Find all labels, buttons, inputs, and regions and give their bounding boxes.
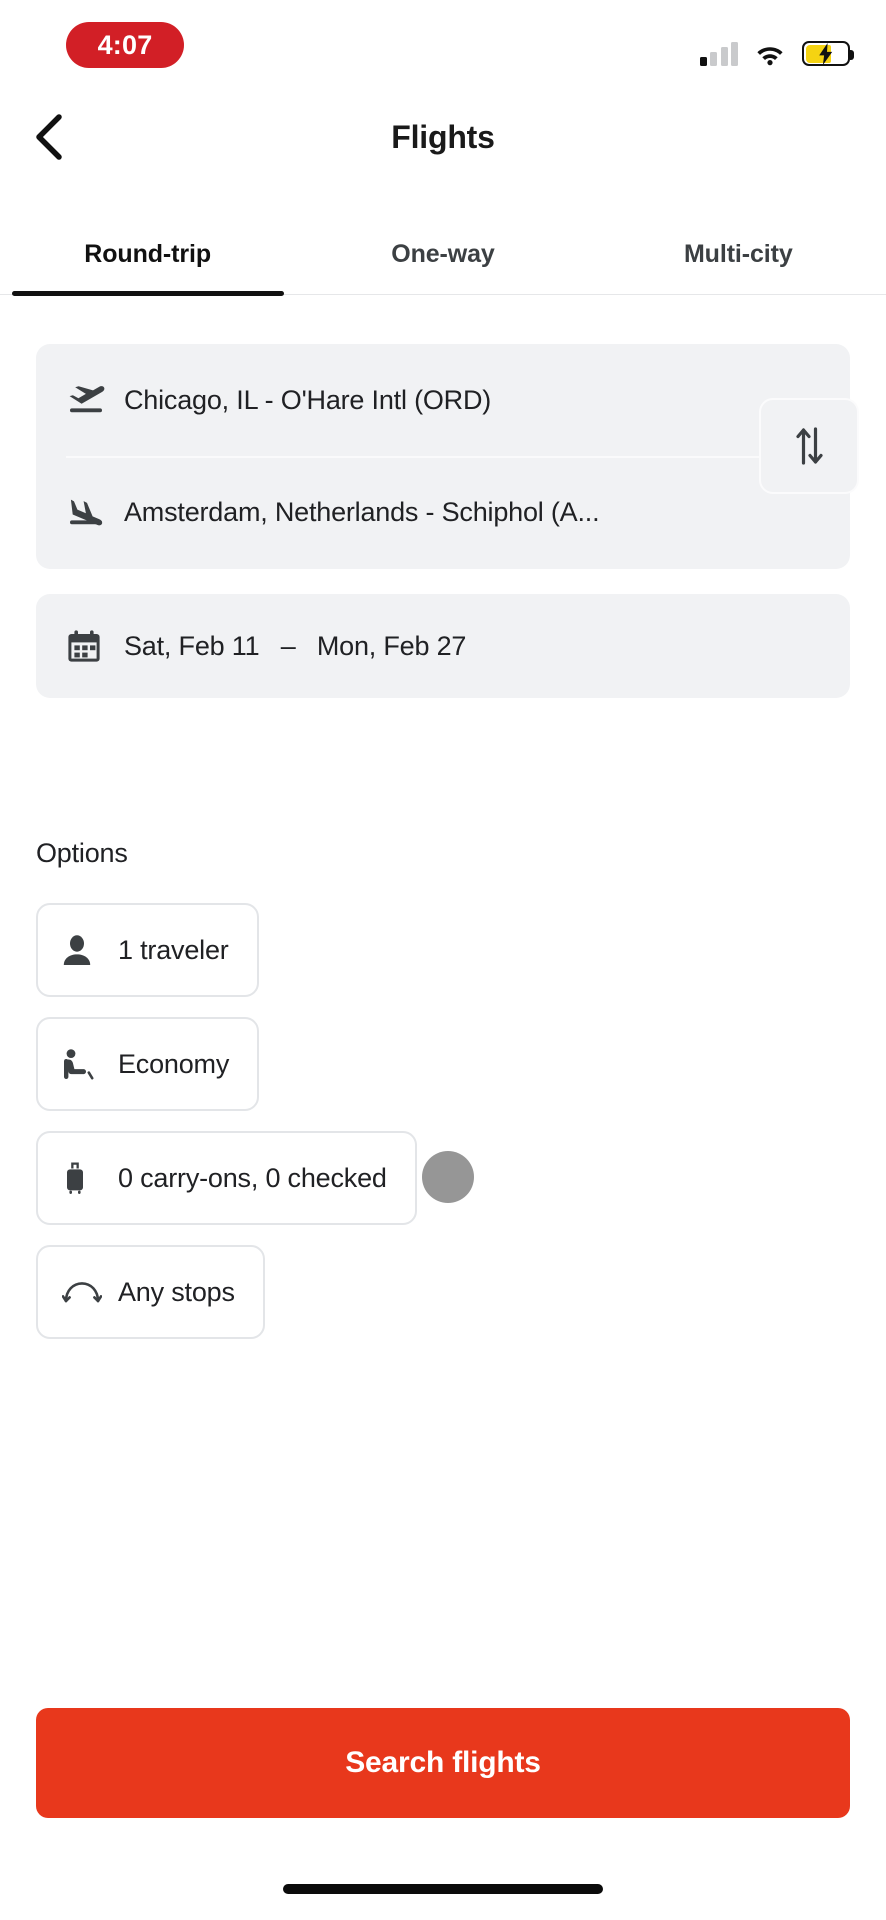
status-indicators <box>699 28 854 66</box>
destination-value: Amsterdam, Netherlands - Schiphol (A... <box>124 496 600 527</box>
airline-seat-icon <box>62 1048 118 1080</box>
search-flights-label: Search flights <box>345 1746 541 1779</box>
date-separator: – <box>280 630 296 661</box>
search-flights-button[interactable]: Search flights <box>36 1708 850 1818</box>
travelers-chip[interactable]: 1 traveler <box>36 903 259 997</box>
stops-label: Any stops <box>118 1276 235 1307</box>
date-range-field[interactable]: Sat, Feb 11 – Mon, Feb 27 <box>36 594 850 698</box>
tab-multi-city-label: Multi-city <box>683 240 793 268</box>
stops-chip[interactable]: Any stops <box>36 1245 265 1339</box>
cabin-class-chip[interactable]: Economy <box>36 1017 260 1111</box>
home-indicator-bar <box>283 1884 603 1894</box>
origin-value: Chicago, IL - O'Hare Intl (ORD) <box>124 384 492 415</box>
route-card: Chicago, IL - O'Hare Intl (ORD) Amsterda… <box>36 344 859 569</box>
tab-multi-city[interactable]: Multi-city <box>591 210 886 294</box>
app-header: Flights <box>0 92 886 182</box>
flight-land-icon <box>66 495 124 529</box>
flight-takeoff-icon <box>66 383 124 417</box>
tab-one-way[interactable]: One-way <box>295 210 590 294</box>
destination-field[interactable]: Amsterdam, Netherlands - Schiphol (A... <box>36 456 850 568</box>
tab-one-way-label: One-way <box>391 240 495 268</box>
swap-airports-button[interactable] <box>759 398 859 494</box>
wifi-icon <box>754 42 786 66</box>
origin-field[interactable]: Chicago, IL - O'Hare Intl (ORD) <box>36 344 850 456</box>
swap-vertical-icon <box>796 427 823 465</box>
travelers-label: 1 traveler <box>118 934 229 965</box>
luggage-icon <box>62 1161 118 1195</box>
person-icon <box>62 934 118 966</box>
cabin-class-label: Economy <box>118 1048 230 1079</box>
depart-date: Sat, Feb 11 <box>124 630 260 661</box>
date-range-value: Sat, Feb 11 – Mon, Feb 27 <box>124 631 466 662</box>
calendar-icon <box>66 628 124 664</box>
connecting-flight-icon <box>62 1279 118 1305</box>
page-title: Flights <box>391 118 495 155</box>
status-time-pill: 4:07 <box>66 22 184 68</box>
bags-chip[interactable]: 0 carry-ons, 0 checked <box>36 1131 417 1225</box>
tab-round-trip-label: Round-trip <box>84 240 212 268</box>
flight-search-screen: 4:07 Flights Round-trip One-way Multi-ci… <box>0 0 886 1920</box>
battery-charging-icon <box>802 41 854 66</box>
status-time: 4:07 <box>97 29 153 60</box>
tab-round-trip[interactable]: Round-trip <box>0 210 295 294</box>
cellular-signal-icon <box>699 42 738 66</box>
touch-indicator <box>422 1151 474 1203</box>
options-heading: Options <box>36 838 128 868</box>
trip-type-tabs: Round-trip One-way Multi-city <box>0 210 886 295</box>
return-date: Mon, Feb 27 <box>316 630 467 661</box>
bags-label: 0 carry-ons, 0 checked <box>118 1162 387 1193</box>
charging-bolt-icon <box>819 42 833 65</box>
status-bar: 4:07 <box>0 0 886 92</box>
